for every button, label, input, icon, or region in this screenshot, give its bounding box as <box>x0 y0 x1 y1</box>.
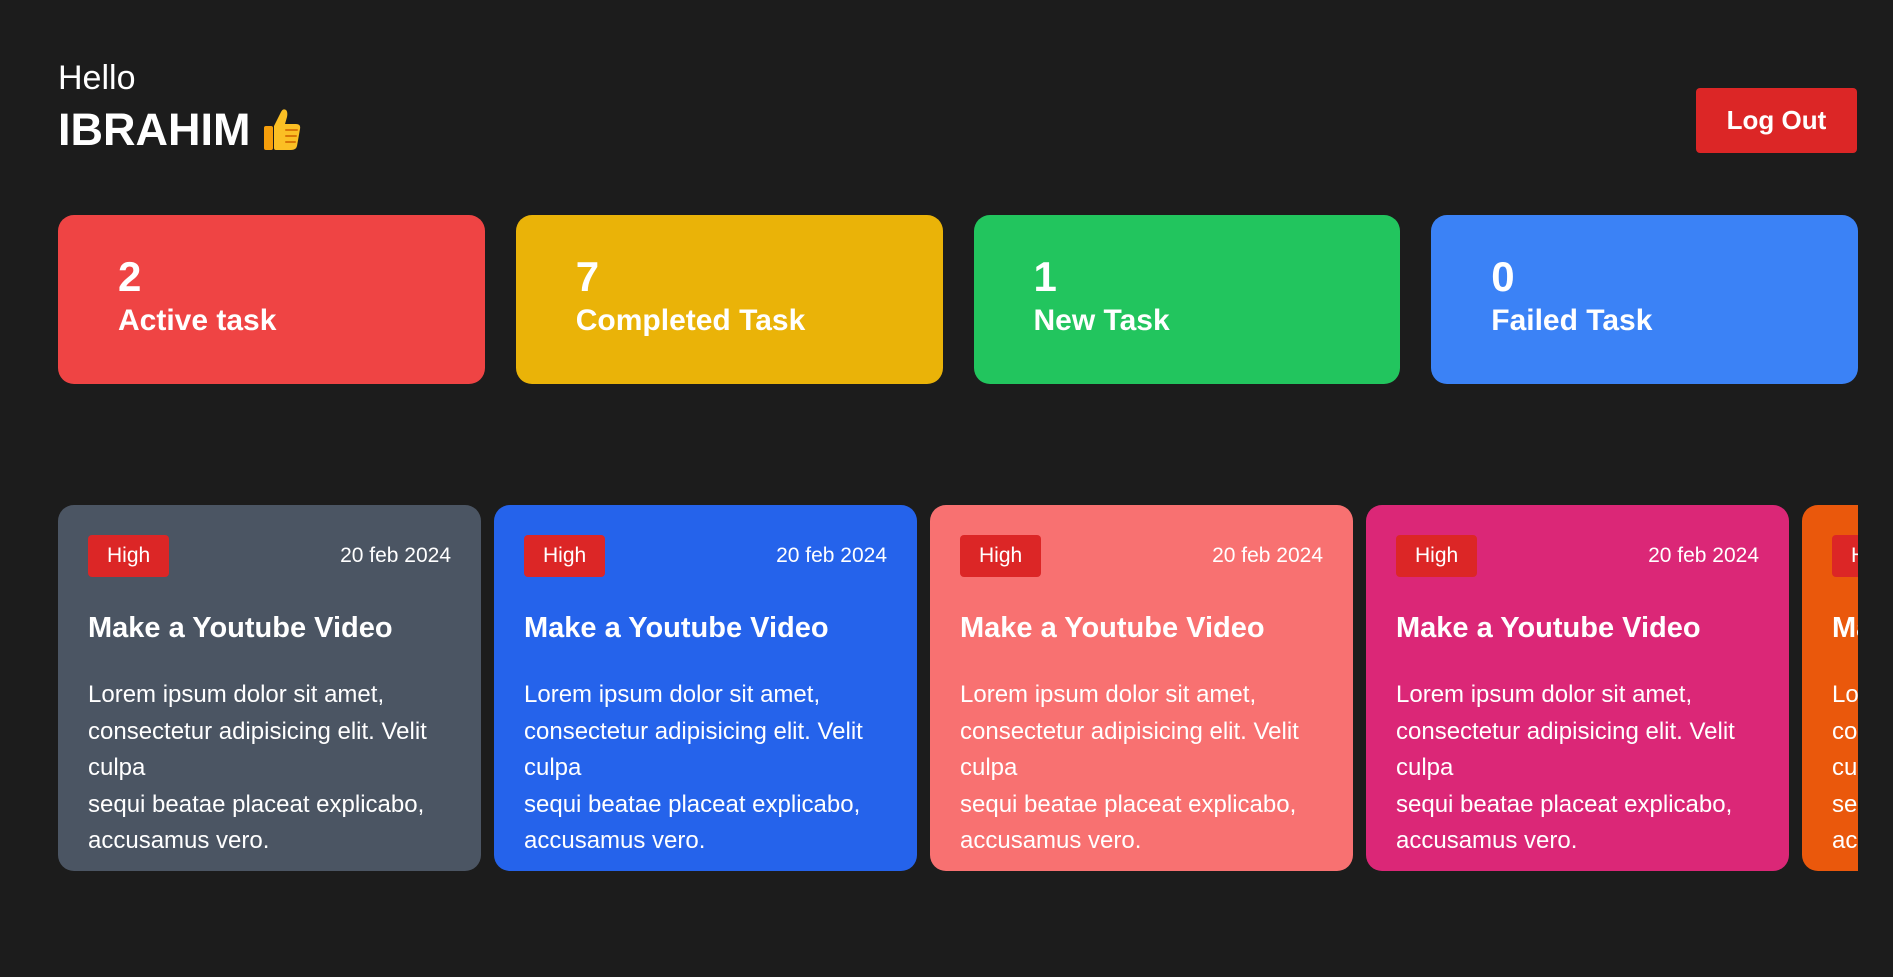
task-card-header: High 20 feb 2024 <box>88 535 451 577</box>
task-description: Lorem ipsum dolor sit amet, consectetur … <box>1396 677 1746 860</box>
stats-row: 2 Active task 7 Completed Task 1 New Task 0 Fai… <box>58 215 1858 384</box>
priority-badge: High <box>524 535 606 577</box>
task-card-header: High 20 feb 2024 <box>524 535 887 577</box>
task-date: 20 feb 2024 <box>1212 544 1323 567</box>
task-card-header: High 20 feb 2024 <box>1396 535 1759 577</box>
task-card[interactable]: High20 feb 2024 Make a Youtube Video Lorem… <box>1802 505 1858 871</box>
stat-card: 1 New Task <box>973 215 1401 384</box>
username-text: IBRAHIM <box>58 104 251 155</box>
dashboard-page: Hello IBRAHIM Log Out 2 Active task 7 Compl… <box>0 0 1893 977</box>
task-description-line: sequi beatae placeat explicabo, accusamu… <box>88 790 425 855</box>
task-card[interactable]: High 20 feb 2024 Make a Youtube Video Lorem… <box>494 505 917 871</box>
task-title: Make a Youtube Video <box>1396 612 1701 644</box>
task-description: Lorem ipsum dolor sit amet, consectetur … <box>1832 677 1858 860</box>
stat-count: 0 <box>1491 253 1515 300</box>
task-description: Lorem ipsum dolor sit amet, consectetur … <box>88 677 438 860</box>
task-date: 20 feb 2024 <box>1648 544 1759 567</box>
priority-badge: High <box>1396 535 1478 577</box>
task-date: 20 feb 2024 <box>776 544 887 567</box>
log-out-button[interactable]: Log Out <box>1696 88 1857 153</box>
task-list-scroll[interactable]: High 20 feb 2024 Make a Youtube Video Lorem… <box>58 505 1858 871</box>
stat-label: Failed Task <box>1491 304 1653 337</box>
task-description-line: sequi beatae placeat explicabo, accusamu… <box>1396 790 1733 855</box>
thumbs-up-icon <box>260 106 304 154</box>
task-description-line: Lorem ipsum dolor sit amet, consectetur … <box>1396 681 1735 781</box>
task-card[interactable]: High 20 feb 2024 Make a Youtube Video Lorem… <box>930 505 1353 871</box>
stat-count: 2 <box>118 253 142 300</box>
task-card[interactable]: High 20 feb 2024 Make a Youtube Video Lorem… <box>1366 505 1789 871</box>
stat-card: 0 Failed Task <box>1431 215 1858 384</box>
header: Hello IBRAHIM Log Out <box>58 58 1857 158</box>
stat-card: 2 Active task <box>58 215 485 384</box>
task-description-line: Lorem ipsum dolor sit amet, consectetur … <box>88 681 427 781</box>
greeting-text: Hello <box>58 59 136 97</box>
task-card-header: High20 feb 2024 <box>1832 535 1858 577</box>
stat-label: Completed Task <box>575 304 806 337</box>
task-description-line: sequi beatae placeat explicabo, accusamu… <box>1832 790 1858 855</box>
task-title: Make a Youtube Video <box>524 612 829 644</box>
task-date: 20 feb 2024 <box>340 544 451 567</box>
task-description-line: sequi beatae placeat explicabo, accusamu… <box>524 790 861 855</box>
stat-count: 1 <box>1033 253 1057 300</box>
priority-badge: High <box>960 535 1042 577</box>
task-card[interactable]: High 20 feb 2024 Make a Youtube Video Lorem… <box>58 505 481 871</box>
task-description-line: Lorem ipsum dolor sit amet, consectetur … <box>1832 681 1858 781</box>
stat-count: 7 <box>575 253 600 300</box>
task-title: Make a Youtube Video <box>1832 612 1858 644</box>
task-description-line: Lorem ipsum dolor sit amet, consectetur … <box>524 681 863 781</box>
stat-label: Active task <box>118 304 277 337</box>
task-title: Make a Youtube Video <box>960 612 1265 644</box>
task-title: Make a Youtube Video <box>88 612 393 644</box>
stat-label: New Task <box>1033 304 1170 337</box>
task-card-header: High 20 feb 2024 <box>960 535 1323 577</box>
priority-badge: High <box>1832 535 1858 577</box>
priority-badge: High <box>88 535 170 577</box>
username-heading: IBRAHIM <box>58 102 304 158</box>
task-description-line: sequi beatae placeat explicabo, accusamu… <box>960 790 1297 855</box>
task-description: Lorem ipsum dolor sit amet, consectetur … <box>524 677 874 860</box>
task-description: Lorem ipsum dolor sit amet, consectetur … <box>960 677 1310 860</box>
stat-card: 7 Completed Task <box>515 215 943 384</box>
task-list: High 20 feb 2024 Make a Youtube Video Lorem… <box>58 505 1858 871</box>
task-description-line: Lorem ipsum dolor sit amet, consectetur … <box>960 681 1299 781</box>
